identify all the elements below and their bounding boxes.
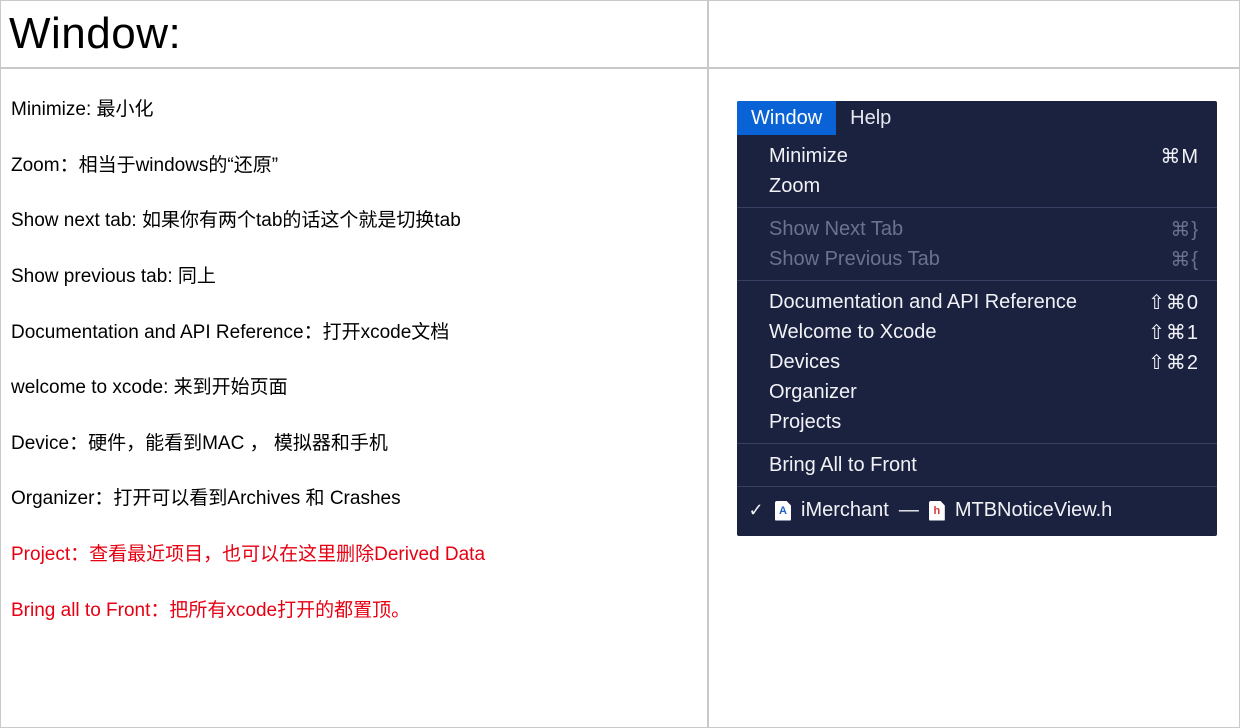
- menu-item-label: Zoom: [769, 175, 820, 198]
- dropdown-menu-body: Minimize⌘MZoomShow Next Tab⌘}Show Previo…: [737, 135, 1217, 536]
- menu-item-label: Projects: [769, 411, 841, 434]
- separator-dash: —: [899, 499, 919, 522]
- menu-item[interactable]: Bring All to Front: [737, 450, 1217, 480]
- menu-separator: [737, 486, 1217, 487]
- menu-item-label: Welcome to Xcode: [769, 321, 937, 344]
- menu-separator: [737, 207, 1217, 208]
- title-cell: Window:: [0, 0, 708, 68]
- open-window-item[interactable]: ✓ AiMerchant — h MTBNoticeView.h: [737, 493, 1217, 528]
- note-line: Organizer：打开可以看到Archives 和 Crashes: [11, 486, 697, 512]
- screenshot-cell: Window Help Minimize ⌘M Zoom Show Next Tab ⌘…: [708, 68, 1240, 728]
- menu-separator: [737, 280, 1217, 281]
- note-line: Minimize: 最小化: [11, 97, 697, 123]
- note-line: Bring all to Front：把所有xcode打开的都置顶。: [11, 598, 697, 624]
- note-line: Show next tab: 如果你有两个tab的话这个就是切换tab: [11, 208, 697, 234]
- menu-item[interactable]: Projects: [737, 407, 1217, 437]
- menu-item[interactable]: Devices ⇧⌘2: [737, 347, 1217, 377]
- menu-item-label: Bring All to Front: [769, 454, 917, 477]
- note-line: Show previous tab: 同上: [11, 264, 697, 290]
- menu-separator: [737, 443, 1217, 444]
- note-line: Project：查看最近项目，也可以在这里删除Derived Data: [11, 542, 697, 568]
- note-line: Device：硬件，能看到MAC ， 模拟器和手机: [11, 431, 697, 457]
- notes-cell: Minimize: 最小化 Zoom：相当于windows的“还原” Show ne…: [0, 68, 708, 728]
- title-empty-cell: [708, 0, 1240, 68]
- menu-item-label: Show Next Tab: [769, 218, 903, 241]
- menu-item[interactable]: Welcome to Xcode ⇧⌘1: [737, 317, 1217, 347]
- menu-item-label: Show Previous Tab: [769, 248, 940, 271]
- menu-item-shortcut: ⇧⌘0: [1148, 290, 1199, 315]
- project-file-icon: A: [775, 501, 791, 521]
- menu-item-shortcut: ⇧⌘2: [1148, 350, 1199, 375]
- note-line: Zoom：相当于windows的“还原”: [11, 153, 697, 179]
- menubar-item-help[interactable]: Help: [836, 101, 905, 135]
- menu-item: Show Previous Tab ⌘{: [737, 244, 1217, 274]
- menu-item-label: Minimize: [769, 145, 848, 168]
- menu-item[interactable]: Documentation and API Reference ⇧⌘0: [737, 287, 1217, 317]
- menubar: Window Help: [737, 101, 1217, 135]
- menu-item-shortcut: ⌘}: [1170, 217, 1199, 242]
- menu-item[interactable]: Organizer: [737, 377, 1217, 407]
- note-line: welcome to xcode: 来到开始页面: [11, 375, 697, 401]
- page-title: Window:: [9, 9, 181, 59]
- menu-item-label: Organizer: [769, 381, 857, 404]
- menu-item-label: Documentation and API Reference: [769, 291, 1077, 314]
- note-line: Documentation and API Reference：打开xcode文…: [11, 320, 697, 346]
- menu-item-shortcut: ⌘M: [1160, 144, 1199, 169]
- menu-item[interactable]: Minimize ⌘M: [737, 141, 1217, 171]
- project-name: iMerchant: [801, 499, 889, 522]
- menu-item[interactable]: Zoom: [737, 171, 1217, 201]
- menubar-item-window[interactable]: Window: [737, 101, 836, 135]
- file-name: MTBNoticeView.h: [955, 499, 1112, 522]
- menu-item: Show Next Tab ⌘}: [737, 214, 1217, 244]
- check-icon: ✓: [747, 500, 765, 521]
- menu-item-shortcut: ⌘{: [1170, 247, 1199, 272]
- menu-item-shortcut: ⇧⌘1: [1148, 320, 1199, 345]
- header-file-icon: h: [929, 501, 945, 521]
- xcode-window-menu: Window Help Minimize ⌘M Zoom Show Next Tab ⌘…: [737, 101, 1217, 536]
- menu-item-label: Devices: [769, 351, 840, 374]
